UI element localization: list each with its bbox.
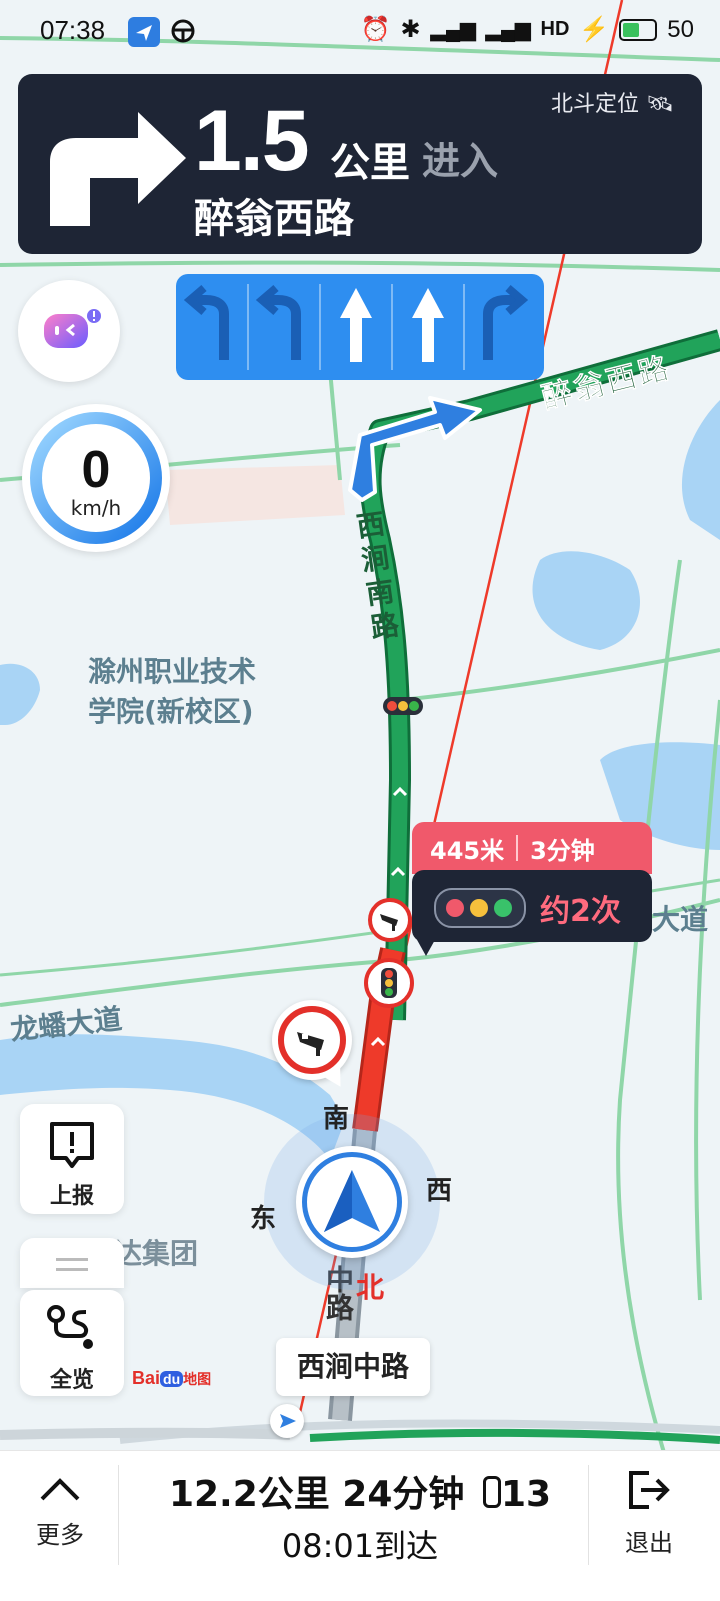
distance-unit: 公里 [330, 140, 410, 186]
traffic-lights-icon [434, 888, 526, 928]
map-label-campus: 滁州职业技术 学院(新校区) [88, 652, 256, 732]
lane-left-icon [183, 284, 229, 360]
battery-icon [619, 18, 658, 41]
exit-label: 退出 [625, 1529, 673, 1557]
car-location [264, 1114, 440, 1290]
traffic-info-tooltip[interactable]: 445米 3分钟 约2次 [412, 822, 652, 956]
speed-camera-marker[interactable] [368, 898, 412, 942]
trip-summary[interactable]: 12.2公里 24分钟 13 08:01到达 [120, 1461, 600, 1577]
distance-value: 1.5 [194, 93, 310, 189]
status-bar: 07:38 ⏰ ✱ ▂▄▆ ▂▄▆ HD ⚡ 50 [0, 0, 720, 64]
lane-guidance [176, 274, 544, 380]
hd-label: HD [540, 18, 570, 40]
trip-distance-time: 12.2公里 24分钟 [168, 1474, 465, 1515]
next-road-name: 醉翁西路 [194, 196, 354, 242]
bottom-bar: 更多 12.2公里 24分钟 13 08:01到达 退出 [0, 1450, 720, 1601]
compass-south: 南 [323, 1104, 350, 1134]
map-label-road-dadao: 大道 [652, 903, 709, 936]
map-campus-block [165, 465, 345, 525]
traffic-light-icon [383, 697, 423, 715]
paw-icon: du [160, 1371, 184, 1387]
compass-west: 西 [426, 1176, 453, 1206]
status-right: ⏰ ✱ ▂▄▆ ▂▄▆ HD ⚡ 50 [361, 15, 694, 44]
lane-left-icon [255, 284, 301, 360]
overview-label: 全览 [49, 1368, 94, 1393]
signal-5g-icon: ▂▄▆ [485, 19, 531, 41]
beidou-label: 北斗定位 🛰 [551, 86, 674, 118]
report-icon [50, 1122, 94, 1168]
route-start-icon [270, 1404, 304, 1438]
turn-action: 进入 [422, 139, 499, 183]
more-button[interactable]: 更多 [18, 1467, 102, 1577]
speed-camera-bubble[interactable] [272, 1000, 352, 1092]
compass-east: 东 [250, 1204, 277, 1234]
lane-right-icon [483, 284, 529, 360]
map-bottom-road [309, 1428, 720, 1444]
tooltip-header: 445米 3分钟 [412, 822, 652, 874]
tooltip-body: 约2次 [412, 870, 652, 942]
charging-icon: ⚡ [579, 16, 610, 43]
current-road-label: 西涧中路 [276, 1338, 430, 1396]
map-label-campus-line2: 学院(新校区) [88, 695, 254, 728]
lane-straight-icon [412, 288, 444, 362]
turn-right-icon [50, 112, 186, 226]
more-label: 更多 [36, 1521, 84, 1549]
bluetooth-icon: ✱ [400, 16, 421, 43]
overview-button[interactable]: 全览 [20, 1290, 124, 1396]
alarm-icon: ⏰ [360, 16, 391, 43]
traffic-light-icon [381, 968, 397, 998]
trip-lights-count: 13 [500, 1474, 552, 1515]
beidou-text: 北斗定位 [551, 92, 640, 117]
location-icon [128, 17, 160, 47]
collapsed-panel-handle[interactable] [20, 1238, 124, 1288]
satellite-icon: 🛰 [646, 92, 674, 117]
chevron-up-icon [40, 1478, 80, 1501]
tooltip-lights-count: 约2次 [540, 894, 621, 929]
assistant-icon [44, 309, 101, 348]
speedometer: 0 km/h [22, 404, 170, 552]
tooltip-time: 3分钟 [530, 836, 595, 865]
logo-text: Bai [132, 1368, 161, 1388]
tooltip-distance: 445米 [430, 836, 505, 865]
report-button[interactable]: 上报 [20, 1104, 124, 1214]
navigation-banner[interactable]: 1.5 公里 进入 醉翁西路 北斗定位 🛰 [18, 74, 702, 254]
tooltip-divider [516, 835, 519, 861]
voice-assistant-button[interactable] [18, 280, 120, 382]
compass-north: 北 [356, 1271, 385, 1304]
map-water [532, 551, 640, 650]
report-label: 上报 [49, 1184, 94, 1209]
map-water [0, 663, 40, 725]
steering-wheel-icon [170, 18, 196, 48]
traffic-lights-count-icon [482, 1476, 501, 1508]
traffic-light-marker[interactable] [364, 958, 414, 1008]
exit-button[interactable]: 退出 [604, 1467, 694, 1577]
route-overview-icon [47, 1305, 93, 1349]
camera-icon [380, 914, 398, 931]
signal-4g-icon: ▂▄▆ [430, 19, 476, 41]
camera-icon [297, 1032, 324, 1056]
car-arrow-icon [324, 1170, 380, 1232]
trip-arrival: 08:01到达 [281, 1527, 439, 1565]
speed-unit: km/h [70, 496, 122, 520]
map-label-campus-line1: 滁州职业技术 [88, 655, 257, 688]
speed-value: 0 [81, 441, 111, 499]
logo-suffix: 地图 [183, 1371, 212, 1387]
baidu-map-logo: Bai du 地图 [132, 1368, 211, 1389]
battery-percent: 50 [667, 15, 694, 43]
map-water [681, 400, 720, 540]
status-time: 07:38 [40, 15, 106, 45]
lane-straight-icon [340, 288, 372, 362]
exit-icon [629, 1471, 670, 1509]
